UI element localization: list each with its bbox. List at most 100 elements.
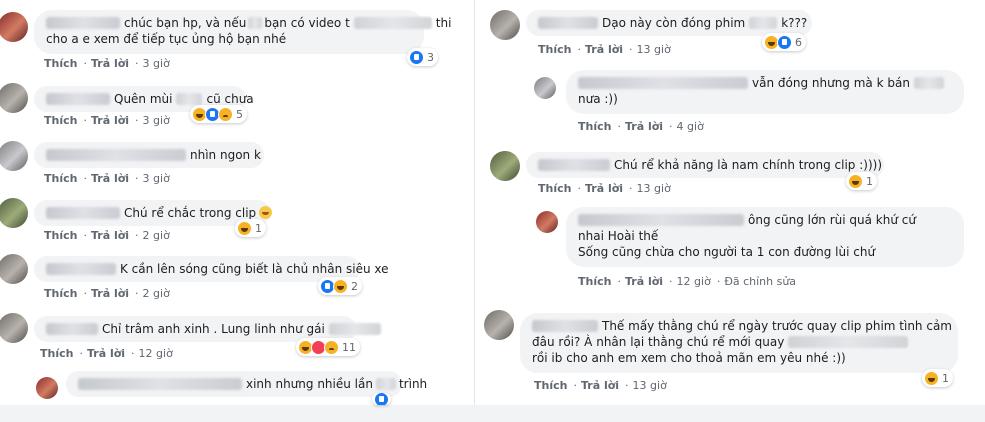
comment-actions: Thích · Trả lời · 13 giờ (538, 43, 671, 56)
timestamp[interactable]: 3 giờ (143, 57, 170, 70)
commenter-name[interactable] (538, 159, 610, 171)
grin-emoji-icon (259, 206, 273, 219)
comment-actions: Thích · Trả lời · 3 giờ (44, 57, 170, 70)
like-link[interactable]: Thích (40, 347, 73, 360)
haha-icon (237, 220, 252, 236)
comment-actions: Thích · Trả lời · 12 giờ · Đã chỉnh sửa (578, 275, 797, 288)
reply-link[interactable]: Trả lời (625, 120, 663, 133)
reply-link[interactable]: Trả lời (581, 379, 619, 392)
like-link[interactable]: Thích (44, 229, 77, 242)
sad-icon (324, 339, 339, 355)
comment-text: nưa :)) (578, 92, 618, 106)
edited-label[interactable]: Đã chỉnh sửa (724, 275, 796, 288)
timestamp[interactable]: 2 giờ (143, 287, 170, 300)
avatar[interactable] (0, 198, 28, 228)
reaction-summary[interactable]: 3 (407, 48, 438, 66)
like-icon (374, 393, 389, 405)
comment-bubble: K cần lên sóng cũng biết là chủ nhân siê… (34, 256, 389, 282)
avatar[interactable] (0, 254, 28, 284)
timestamp[interactable]: 13 giờ (637, 182, 671, 195)
comment-text: Sống cũng chừa cho người ta 1 con đường … (578, 245, 876, 259)
avatar[interactable] (0, 83, 28, 113)
avatar[interactable] (490, 10, 520, 40)
reply-link[interactable]: Trả lời (91, 114, 129, 127)
timestamp[interactable]: 12 giờ (677, 275, 711, 288)
comment-text: nhìn ngon k (190, 148, 261, 162)
like-link[interactable]: Thích (578, 120, 611, 133)
commenter-name[interactable] (46, 149, 186, 161)
avatar[interactable] (36, 377, 58, 399)
like-link[interactable]: Thích (44, 172, 77, 185)
avatar[interactable] (0, 12, 28, 42)
comment-text: Chú rể khả năng là nam chính trong clip … (614, 158, 883, 172)
reaction-summary[interactable]: 6 (762, 33, 806, 51)
commenter-name[interactable] (46, 207, 120, 219)
reply-link[interactable]: Trả lời (91, 229, 129, 242)
timestamp[interactable]: 3 giờ (143, 172, 170, 185)
reply-link[interactable]: Trả lời (91, 172, 129, 185)
reaction-summary[interactable] (372, 393, 391, 405)
like-icon (777, 34, 792, 50)
comment-bubble: vẫn đóng nhưng mà k bán nưa :)) (566, 70, 964, 114)
commenter-name[interactable] (46, 17, 120, 29)
comment-actions: Thích · Trả lời · 4 giờ (578, 120, 704, 133)
reply-link[interactable]: Trả lời (91, 57, 129, 70)
timestamp[interactable]: 4 giờ (677, 120, 704, 133)
like-link[interactable]: Thích (578, 275, 611, 288)
sad-icon (218, 106, 233, 122)
commenter-name[interactable] (532, 320, 598, 332)
like-link[interactable]: Thích (44, 114, 77, 127)
reply-link[interactable]: Trả lời (625, 275, 663, 288)
avatar[interactable] (0, 313, 28, 343)
column-divider (474, 0, 475, 405)
like-link[interactable]: Thích (44, 287, 77, 300)
like-link[interactable]: Thích (534, 379, 567, 392)
comment-text: đâu rồi? À nhân lại thằng chú rể mới qua… (532, 335, 785, 349)
reply-link[interactable]: Trả lời (87, 347, 125, 360)
reaction-summary[interactable]: 1 (922, 369, 953, 387)
comment-text: rồi ib cho anh em xem cho thoả mãn em yê… (532, 351, 846, 365)
comment-text: k??? (781, 16, 808, 30)
avatar[interactable] (490, 151, 520, 181)
reply-link[interactable]: Trả lời (585, 43, 623, 56)
commenter-name[interactable] (46, 93, 110, 105)
comment-bubble: xinh nhưng nhiều lần trình (66, 371, 427, 397)
reaction-summary[interactable]: 11 (296, 338, 360, 356)
like-icon (409, 49, 424, 65)
reaction-summary[interactable]: 5 (190, 105, 247, 123)
comment-text: bạn có video t (264, 16, 350, 30)
reaction-summary[interactable]: 1 (846, 172, 877, 190)
comment-actions: Thích · Trả lời · 12 giờ (40, 347, 173, 360)
avatar[interactable] (534, 77, 556, 99)
like-link[interactable]: Thích (44, 57, 77, 70)
timestamp[interactable]: 13 giờ (633, 379, 667, 392)
commenter-name[interactable] (578, 77, 748, 89)
like-link[interactable]: Thích (538, 43, 571, 56)
like-link[interactable]: Thích (538, 182, 571, 195)
comment-text: chúc bạn hp, và nếu (124, 16, 247, 30)
comment-text: Quên mùi (114, 92, 173, 106)
timestamp[interactable]: 2 giờ (143, 229, 170, 242)
commenter-name[interactable] (46, 323, 98, 335)
timestamp[interactable]: 3 giờ (143, 114, 170, 127)
reply-link[interactable]: Trả lời (91, 287, 129, 300)
comment-text: Chỉ trâm anh xinh . Lung linh như gái (102, 322, 325, 336)
comment-text: cũ chưa (206, 92, 254, 106)
commenter-name[interactable] (46, 263, 116, 275)
commenter-name[interactable] (578, 214, 744, 226)
timestamp[interactable]: 12 giờ (139, 347, 173, 360)
commenter-name[interactable] (78, 378, 242, 390)
comment-bubble: Thế mấy thằng chú rể ngày trước quay cli… (520, 313, 958, 373)
reaction-summary[interactable]: 2 (318, 277, 362, 295)
reply-link[interactable]: Trả lời (585, 182, 623, 195)
avatar[interactable] (484, 310, 514, 340)
timestamp[interactable]: 13 giờ (637, 43, 671, 56)
footer-bar (0, 405, 985, 422)
comment-text: xinh nhưng nhiều lần (246, 377, 373, 391)
reaction-summary[interactable]: 1 (235, 219, 266, 237)
commenter-name[interactable] (538, 17, 598, 29)
avatar[interactable] (536, 211, 558, 233)
comment-text: Dạo này còn đóng phim (602, 16, 746, 30)
comment-text: cho a e xem để tiếp tục ủng hộ bạn nhé (46, 32, 287, 46)
avatar[interactable] (0, 141, 28, 171)
